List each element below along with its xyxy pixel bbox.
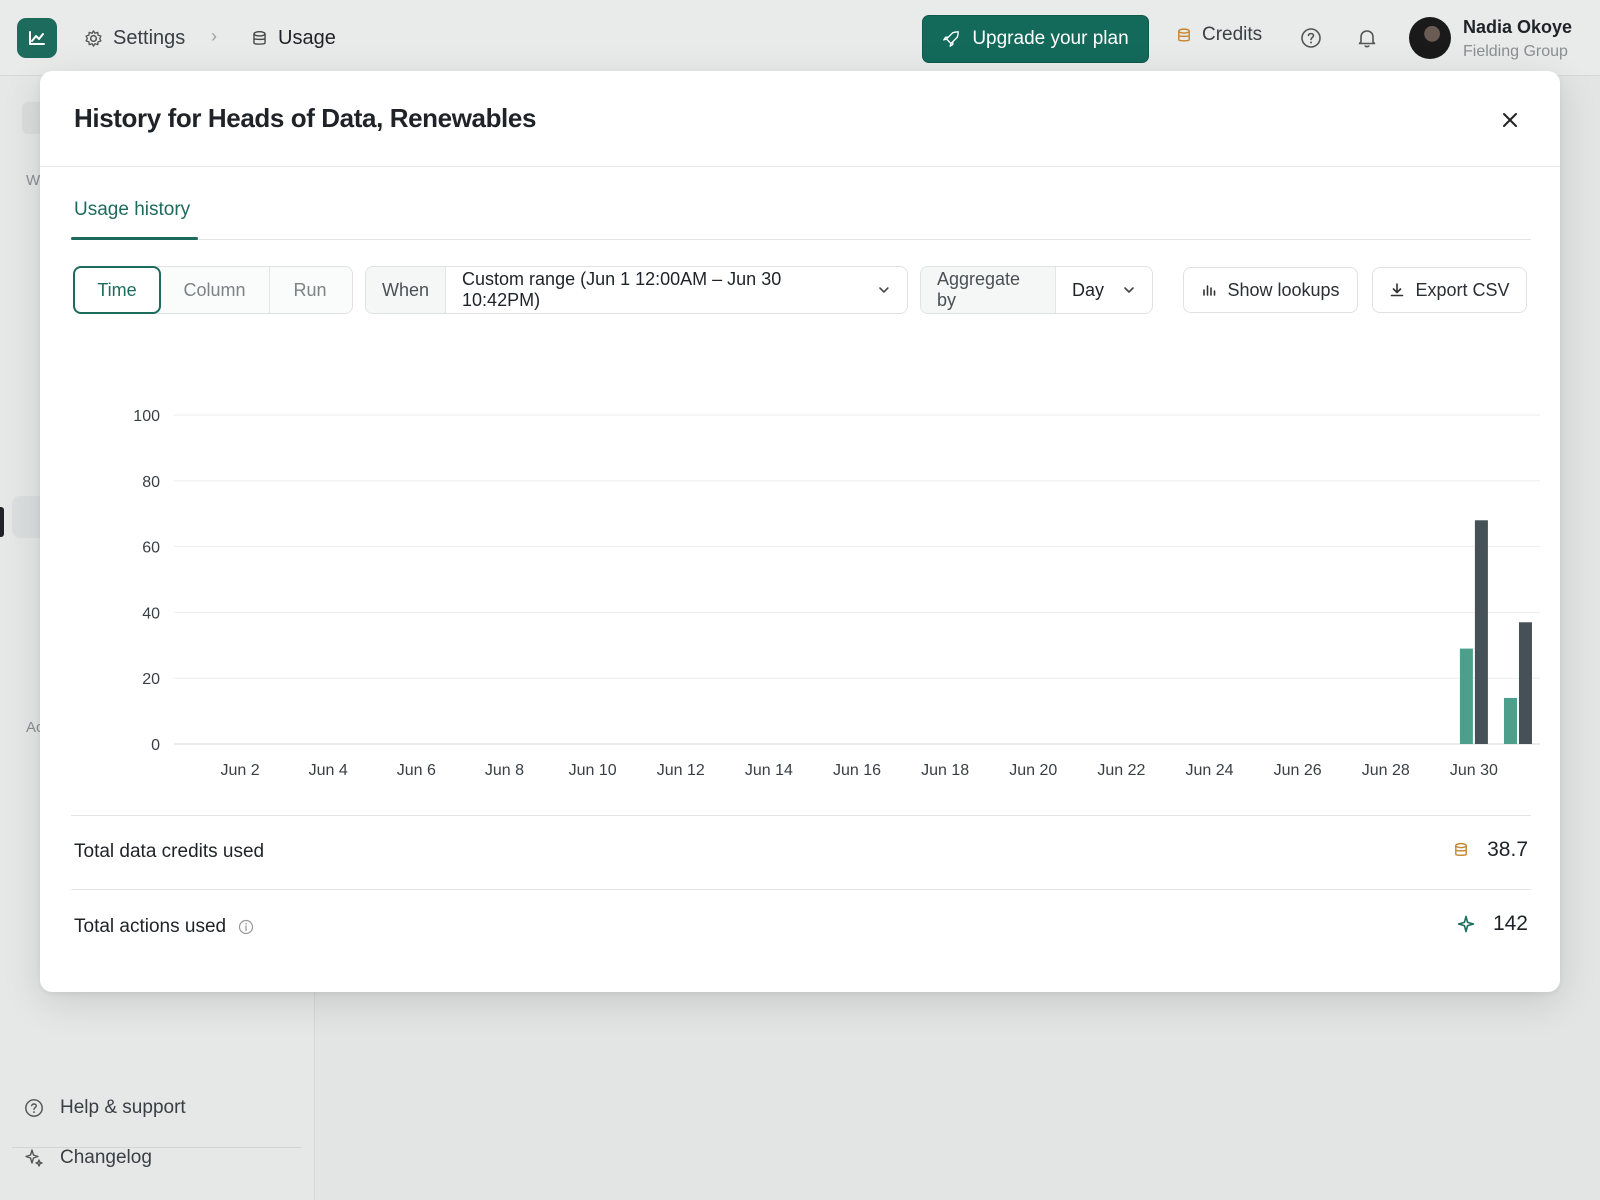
modal-header-divider <box>40 166 1560 167</box>
x-tick-label: Jun 8 <box>485 762 524 779</box>
gear-icon <box>85 29 102 47</box>
y-tick-label: 20 <box>142 671 160 688</box>
credits-coin-icon <box>1455 842 1468 857</box>
x-tick-label: Jun 6 <box>397 762 436 779</box>
tab-usage-history[interactable]: Usage history <box>74 199 190 221</box>
x-tick-label: Jun 10 <box>569 762 617 779</box>
x-tick-label: Jun 4 <box>309 762 348 779</box>
total-actions-label: Total actions used <box>74 916 227 937</box>
x-tick-label: Jun 14 <box>745 762 793 779</box>
chart-logo-icon <box>29 31 45 45</box>
total-actions-row: Total actions used <box>74 916 254 938</box>
top-bar: Settings › Usage Upgrade your plan Credi… <box>0 0 1600 76</box>
export-csv-label: Export CSV <box>1415 279 1510 300</box>
chart-bar <box>1474 520 1488 744</box>
chevron-right-icon: › <box>211 26 217 46</box>
sparkle-icon <box>1457 915 1475 933</box>
history-modal: History for Heads of Data, Renewables Us… <box>40 71 1560 992</box>
close-button[interactable] <box>1495 105 1525 135</box>
show-lookups-button[interactable]: Show lookups <box>1183 267 1358 313</box>
chart-bar <box>1459 648 1473 744</box>
x-tick-label: Jun 20 <box>1009 762 1057 779</box>
y-tick-label: 40 <box>142 605 160 622</box>
y-tick-label: 100 <box>133 408 160 425</box>
x-tick-label: Jun 28 <box>1362 762 1410 779</box>
x-tick-label: Jun 16 <box>833 762 881 779</box>
aggregate-value: Day <box>1056 267 1152 313</box>
view-option-time[interactable]: Time <box>73 266 161 314</box>
total-credits-label: Total data credits used <box>74 841 265 862</box>
modal-title: History for Heads of Data, Renewables <box>74 103 536 133</box>
database-icon <box>253 30 266 45</box>
credits-label: Credits <box>1202 24 1263 45</box>
sidebar-changelog-label: Changelog <box>60 1147 152 1168</box>
view-option-column[interactable]: Column <box>160 267 270 313</box>
bar-chart-icon <box>1203 285 1216 296</box>
info-icon[interactable] <box>238 919 254 935</box>
aggregate-label: Aggregate by <box>921 267 1056 313</box>
sidebar-item-changelog[interactable]: Changelog <box>24 1147 152 1169</box>
sparkle-icon <box>25 1149 43 1167</box>
help-circle-icon <box>25 1099 43 1117</box>
upgrade-plan-label: Upgrade your plan <box>972 28 1129 49</box>
total-actions-value-group: 142 <box>1457 912 1528 936</box>
show-lookups-label: Show lookups <box>1227 279 1340 300</box>
breadcrumb-settings[interactable]: Settings <box>84 24 185 52</box>
x-tick-label: Jun 30 <box>1450 762 1498 779</box>
bell-icon[interactable] <box>1356 27 1378 49</box>
y-tick-label: 0 <box>151 737 160 754</box>
tab-divider <box>71 239 1531 240</box>
when-value: Custom range (Jun 1 12:00AM – Jun 30 10:… <box>446 267 907 313</box>
breadcrumb-usage[interactable]: Usage <box>251 24 336 52</box>
breadcrumb-usage-label: Usage <box>278 26 336 49</box>
y-tick-label: 80 <box>142 474 160 491</box>
sidebar-item-help[interactable]: Help & support <box>24 1097 186 1119</box>
sidebar-active-indicator <box>0 507 4 537</box>
avatar[interactable] <box>1409 17 1451 59</box>
total-credits-row: Total data credits used <box>74 841 264 863</box>
x-tick-label: Jun 2 <box>221 762 260 779</box>
x-tick-label: Jun 24 <box>1185 762 1233 779</box>
export-csv-button[interactable]: Export CSV <box>1372 267 1527 313</box>
chart-bar <box>1518 622 1532 744</box>
tab-active-underline <box>71 237 198 240</box>
upgrade-plan-button[interactable]: Upgrade your plan <box>922 15 1149 63</box>
sidebar-help-label: Help & support <box>60 1097 186 1118</box>
chevron-down-icon <box>1124 287 1134 293</box>
x-tick-label: Jun 26 <box>1274 762 1322 779</box>
y-tick-label: 60 <box>142 540 160 557</box>
close-icon <box>1503 113 1517 127</box>
chart-bar <box>1503 697 1517 744</box>
when-label: When <box>366 267 447 313</box>
aggregate-value-text: Day <box>1071 279 1104 300</box>
user-org: Fielding Group <box>1463 43 1568 60</box>
usage-chart: 0 20 40 60 80 100 Jun 2 Jun 4 Jun 6 Jun 8 Jun 10 Ju… <box>133 408 1540 779</box>
chevron-down-icon <box>879 287 889 293</box>
summary-divider <box>71 889 1531 890</box>
user-name: Nadia Okoye <box>1463 17 1573 37</box>
summary-divider <box>71 815 1531 816</box>
view-toggle: Time Column Run <box>73 266 353 314</box>
credits-button[interactable]: Credits <box>1176 24 1262 46</box>
help-icon[interactable] <box>1300 27 1322 49</box>
view-option-run[interactable]: Run <box>270 267 350 313</box>
total-credits-value-group: 38.7 <box>1453 838 1528 862</box>
aggregate-select[interactable]: Aggregate by Day <box>920 266 1153 314</box>
download-icon <box>1391 283 1404 297</box>
total-actions-value: 142 <box>1492 912 1528 935</box>
x-tick-label: Jun 22 <box>1097 762 1145 779</box>
when-select[interactable]: When Custom range (Jun 1 12:00AM – Jun 3… <box>365 266 908 314</box>
sidebar-section-workspace: W <box>26 172 41 189</box>
app-logo[interactable] <box>17 18 57 58</box>
credits-coin-icon <box>1178 27 1190 42</box>
when-value-text: Custom range (Jun 1 12:00AM – Jun 30 10:… <box>462 269 782 310</box>
breadcrumb-settings-label: Settings <box>113 26 186 49</box>
rocket-icon <box>943 31 960 47</box>
x-tick-label: Jun 18 <box>921 762 969 779</box>
x-tick-label: Jun 12 <box>657 762 705 779</box>
total-credits-value: 38.7 <box>1487 838 1528 861</box>
